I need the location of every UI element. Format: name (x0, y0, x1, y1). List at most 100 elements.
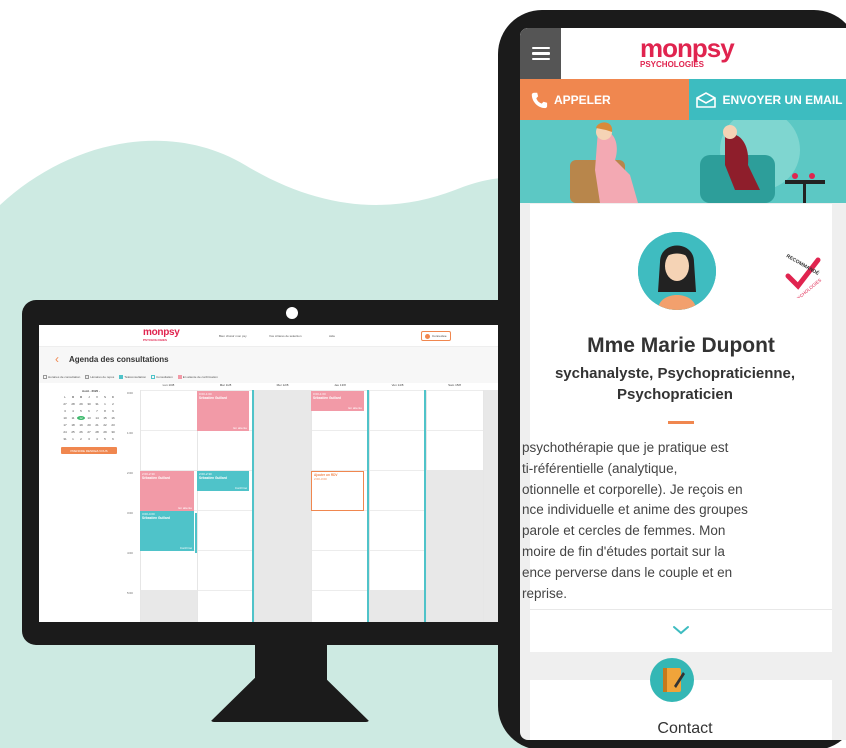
logo-text: monpsy (640, 33, 735, 63)
calendar-day[interactable]: 15 (101, 416, 109, 420)
nav-link-choose[interactable]: Bien choisir mon psy (219, 334, 247, 338)
weekday-label: D (111, 395, 115, 399)
day-header: Mar 11/8 (219, 383, 232, 387)
mobile-phone: monpsy PSYCHOLOGIES APPELER ENVOYER UN E… (498, 10, 846, 748)
expand-description-button[interactable] (530, 609, 832, 649)
calendar-day[interactable]: 7 (93, 409, 101, 413)
legend-item: En attente de confirmation (177, 375, 218, 380)
legend-item: Téléconsultation (119, 375, 146, 380)
hour-label: 0:00 (127, 391, 133, 395)
calendar-day[interactable]: 31 (93, 402, 101, 406)
day-header: Lun 10/8 (162, 383, 175, 387)
calendar-day[interactable]: 29 (101, 430, 109, 434)
calendar-day[interactable]: 14 (93, 416, 101, 420)
calendar-day[interactable]: 26 (77, 430, 85, 434)
calendar-day[interactable]: 2 (109, 402, 117, 406)
title-divider (668, 421, 694, 424)
weekday-label: V (95, 395, 98, 399)
mobile-logo[interactable]: monpsy PSYCHOLOGIES (640, 33, 735, 69)
weekday-label: J (88, 395, 90, 399)
hour-label: 3:00 (127, 511, 133, 515)
calendar-day[interactable]: 27 (85, 430, 93, 434)
call-button[interactable]: APPELER (520, 79, 689, 120)
mobile-screen: monpsy PSYCHOLOGIES APPELER ENVOYER UN E… (520, 28, 846, 740)
calendar-day[interactable]: 22 (101, 423, 109, 427)
calendar-day[interactable]: 20 (85, 423, 93, 427)
availability-bar (424, 390, 426, 622)
calendar-day[interactable]: 27 (61, 402, 69, 406)
day-column[interactable] (369, 390, 426, 622)
calendar-day[interactable]: 16 (109, 416, 117, 420)
calendar-day[interactable]: 19 (77, 423, 85, 427)
back-chevron-icon[interactable]: ‹ (55, 352, 59, 366)
calendar-day[interactable]: 8 (101, 409, 109, 413)
calendar-day[interactable]: 30 (109, 430, 117, 434)
desktop-header: monpsy PSYCHOLOGIES Bien choisir mon psy… (39, 325, 547, 347)
email-button[interactable]: ENVOYER UN EMAIL (689, 79, 846, 120)
day-column[interactable] (426, 390, 483, 622)
account-button[interactable]: Connectée (421, 331, 451, 341)
therapy-illustration (520, 120, 846, 203)
calendar-day[interactable]: 17 (61, 423, 69, 427)
calendar-day[interactable]: 3 (85, 437, 93, 441)
calendar-day[interactable]: 28 (93, 430, 101, 434)
day-column[interactable] (254, 390, 311, 622)
nav-link-help[interactable]: Aide (329, 334, 335, 338)
calendar-day[interactable]: 13 (85, 416, 93, 420)
calendar-day[interactable]: 5 (101, 437, 109, 441)
weekday-label: L (64, 395, 66, 399)
hour-label: 5:00 (127, 591, 133, 595)
recommended-badge-icon: RECOMMANDÉ PSYCHOLOGIES (785, 254, 822, 298)
calendar-body: Août · 2020 · L M M J V S D 27 28 29 30 31 1 2 3 4 5 6 7 8 9… (39, 383, 547, 622)
calendar-day[interactable]: 11 (69, 416, 77, 420)
appointment-card[interactable]: 2:00-2:30 Sébastien Guillard En attente (140, 471, 194, 511)
add-appointment-slot[interactable]: Ajouter un RDV 2:00-3:00 (311, 471, 364, 511)
calendar-day[interactable]: 31 (61, 437, 69, 441)
chevron-down-icon (673, 625, 689, 634)
calendar-day[interactable]: 18 (69, 423, 77, 427)
calendar-legend: Horaires de consultation Horaires de rep… (39, 371, 547, 383)
profile-card: RECOMMANDÉ PSYCHOLOGIES Mme Marie Dupont… (522, 204, 832, 652)
legend-item: Consultation (151, 375, 173, 380)
contact-actions: APPELER ENVOYER UN EMAIL (520, 79, 846, 120)
calendar-day[interactable]: 3 (61, 409, 69, 413)
calendar-day[interactable]: 29 (77, 402, 85, 406)
calendar-day[interactable]: 4 (69, 409, 77, 413)
calendar-day[interactable]: 1 (69, 437, 77, 441)
weekday-label: S (103, 395, 106, 399)
calendar-day[interactable]: 28 (69, 402, 77, 406)
menu-icon[interactable] (520, 28, 561, 79)
contact-label: Contact (657, 720, 713, 737)
desktop-logo[interactable]: monpsy PSYCHOLOGIES (143, 328, 180, 343)
calendar-day[interactable]: 5 (77, 409, 85, 413)
book-appointment-button[interactable]: PRENDRE RENDEZ-VOUS (61, 447, 117, 454)
appointment-card[interactable]: 3:00-4:00 Sébastien Guillard Confirmé (140, 511, 194, 551)
calendar-day[interactable]: 2 (77, 437, 85, 441)
desktop-screen: monpsy PSYCHOLOGIES Bien choisir mon psy… (39, 325, 547, 622)
calendar-day[interactable]: 25 (69, 430, 77, 434)
calendar-day[interactable]: 23 (109, 423, 117, 427)
calendar-day[interactable]: 21 (93, 423, 101, 427)
appointment-card[interactable]: 2:00-2:30 Sébastien Guillard Confirmé (197, 471, 249, 491)
mini-calendar-month[interactable]: Août · 2020 · (61, 389, 121, 393)
calendar-day[interactable]: 24 (61, 430, 69, 434)
calendar-day[interactable]: 30 (85, 402, 93, 406)
calendar-day[interactable]: 6 (109, 437, 117, 441)
day-header: Mer 12/8 (276, 383, 289, 387)
desktop-monitor: monpsy PSYCHOLOGIES Bien choisir mon psy… (22, 300, 564, 645)
calendar-day[interactable]: 4 (93, 437, 101, 441)
nav-link-criteria[interactable]: Vos critères de sélection (269, 334, 302, 338)
appointment-card[interactable]: 0:00-1:00 Sébastien Guillard En attente (311, 391, 364, 411)
calendar-day[interactable]: 1 (101, 402, 109, 406)
calendar-day[interactable]: 12 (77, 416, 85, 420)
calendar-day[interactable]: 6 (85, 409, 93, 413)
avatar (638, 232, 716, 310)
availability-bar (195, 513, 197, 553)
appointment-card[interactable]: 0:00-1:00 Sébastien Guillard En attente (197, 391, 249, 431)
account-label: Connectée (432, 334, 447, 338)
page-title-row: ‹ Agenda des consultations (39, 347, 547, 371)
calendar-day[interactable]: 9 (109, 409, 117, 413)
address-book-icon[interactable] (650, 658, 694, 702)
calendar-day[interactable]: 10 (61, 416, 69, 420)
hour-label: 4:00 (127, 551, 133, 555)
